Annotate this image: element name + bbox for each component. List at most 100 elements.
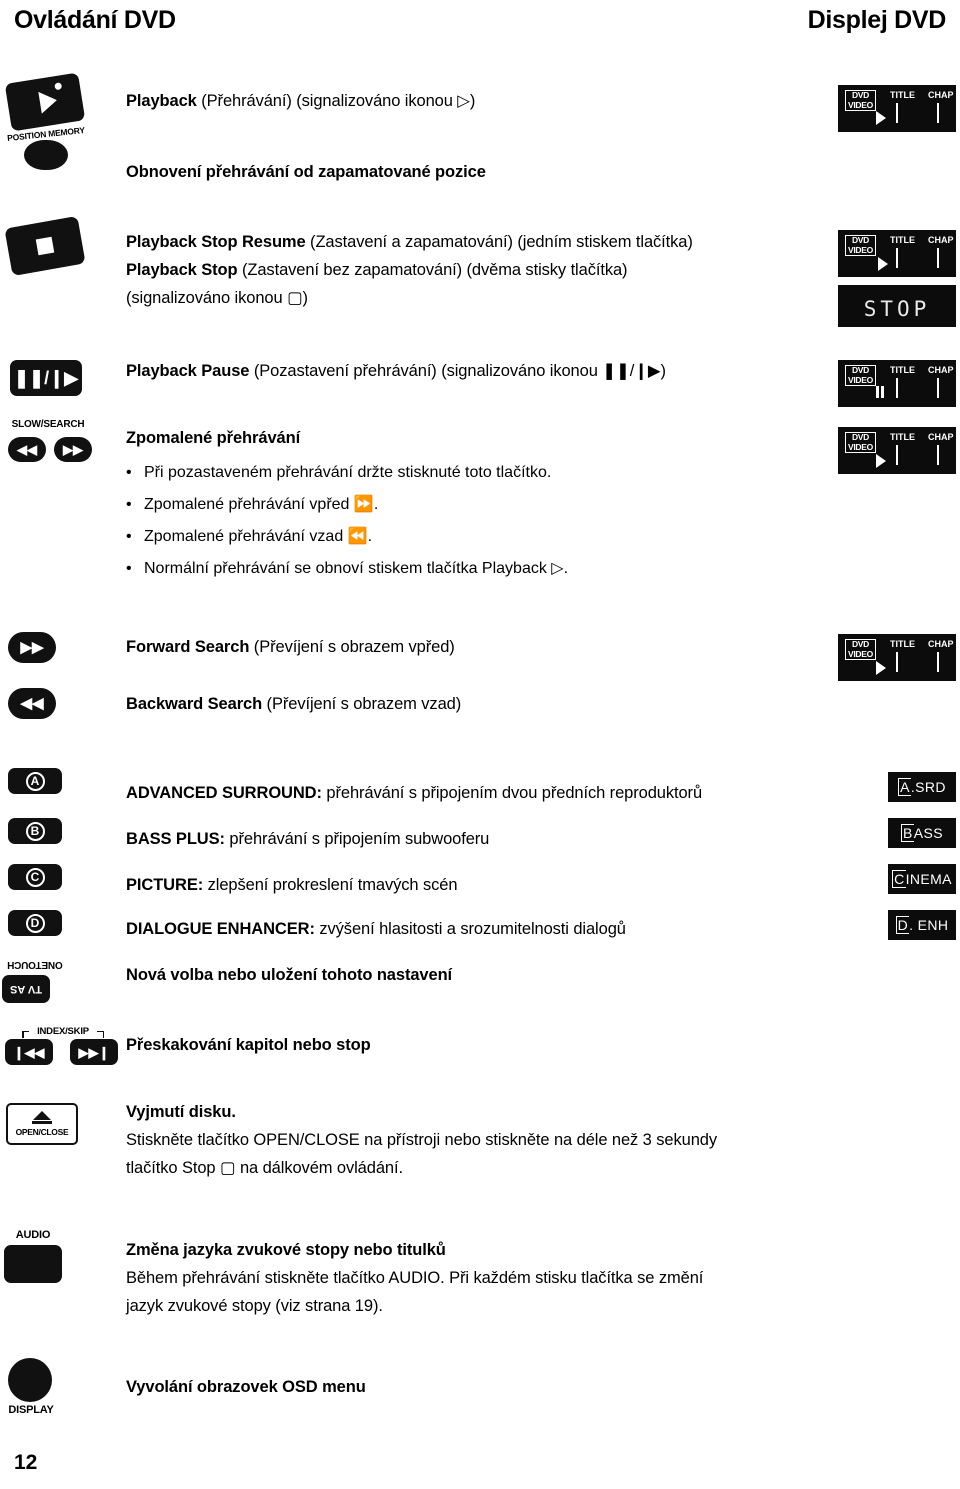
display-mode-a-srd: A .SRD [888,772,956,802]
dialogue-enhancer-rest: zvýšení hlasitosti a srozumitelnosti dia… [314,920,626,938]
chap-segment [937,248,939,268]
skip-previous-button[interactable]: ❙◀◀ [5,1039,53,1065]
play-indicator-icon [876,661,886,675]
fast-forward-icon: ▶▶ [20,639,44,656]
section-resume-bold: Obnovení přehrávání od zapamatované pozi… [126,163,486,181]
title-label: TITLE [890,639,915,649]
title-segment [896,445,898,465]
section-picture: PICTURE: zlepšení prokreslení tmavých sc… [126,871,458,899]
backward-search-bold: Backward Search [126,695,263,713]
chap-label: CHAP [928,235,954,245]
title-segment [896,378,898,398]
title-label: TITLE [890,90,915,100]
eject-body-line-2: tlačítko Stop ▢ na dálkovém ovládání. [126,1159,403,1177]
advanced-surround-rest: přehrávání s připojením dvou předních re… [321,784,703,802]
display-mode-cinema: C INEMA [888,864,956,894]
slow-bullet-4-text: Normální přehrávání se obnoví stiskem tl… [144,560,569,577]
position-memory-button[interactable] [24,140,68,170]
slow-forward-button[interactable]: ▶▶ [54,437,92,462]
button-b[interactable]: B [8,818,62,844]
osd-bold: Vyvolání obrazovek OSD menu [126,1378,366,1396]
section-forward-search: Forward Search (Převíjení s obrazem vpře… [126,633,455,661]
button-a[interactable]: A [8,768,62,794]
slow-bullet-1: • Při pozastaveném přehrávání držte stisk… [126,460,551,486]
section-stop-rest-1: (Zastavení a zapamatování) (jedním stisk… [305,233,693,251]
play-indicator-icon [878,257,888,271]
fast-forward-icon: ▶▶ [63,442,83,457]
picture-rest: zlepšení prokreslení tmavých scén [203,876,458,894]
section-skip: Přeskakování kapitol nebo stop [126,1031,371,1059]
dvd-video-indicator: DVD VIDEO [845,235,876,256]
section-playback-rest: (Přehrávání) (signalizováno ikonou ▷) [196,92,476,110]
audio-label: AUDIO [15,1229,51,1241]
slow-reverse-button[interactable]: ◀◀ [8,437,46,462]
chap-label: CHAP [928,90,954,100]
button-d[interactable]: D [8,910,62,936]
mode-d-lead: D [895,916,910,934]
title-label: TITLE [890,365,915,375]
audio-language-body-line-2: jazyk zvukové stopy (viz strana 19). [126,1297,383,1315]
index-skip-label: INDEX/SKIP [29,1026,97,1037]
stop-square-icon [35,236,55,256]
backward-search-button[interactable]: ◀◀ [8,688,56,719]
page-header: Ovládání DVD Displej DVD [0,6,960,46]
eject-heading: Vyjmutí disku. [126,1098,717,1126]
chap-label: CHAP [928,432,954,442]
section-stop: Playback Stop Resume (Zastavení a zapama… [126,228,693,312]
video-label: VIDEO [848,374,873,385]
section-dialogue-enhancer: DIALOGUE ENHANCER: zvýšení hlasitosti a … [126,915,626,943]
pause-step-icon: ❚❚/❙▶ [13,368,79,388]
section-osd: Vyvolání obrazovek OSD menu [126,1373,366,1401]
audio-button[interactable] [4,1245,62,1283]
letter-d-icon: D [25,913,45,933]
title-label: TITLE [890,432,915,442]
skip-previous-icon: ❙◀◀ [13,1044,45,1060]
button-c[interactable]: C [8,864,62,890]
mode-d-rest: . ENH [909,917,949,933]
display-button[interactable] [8,1358,52,1402]
title-label: TITLE [890,235,915,245]
forward-search-button[interactable]: ▶▶ [8,632,56,663]
section-pause: Playback Pause (Pozastavení přehrávání) … [126,357,666,385]
eject-body-line-1: Stiskněte tlačítko OPEN/CLOSE na přístro… [126,1131,717,1149]
mode-c-lead: C [892,870,906,888]
page-number: 12 [14,1451,38,1474]
header-title-left: Ovládání DVD [14,6,176,34]
display-panel-pause: DVD VIDEO TITLE CHAP [838,360,956,407]
section-resume: Obnovení přehrávání od zapamatované pozi… [126,158,486,186]
skip-next-icon: ▶▶❙ [78,1044,110,1060]
display-panel-stop: STOP [838,285,956,327]
play-indicator-icon [876,111,886,125]
forward-search-bold: Forward Search [126,638,250,656]
chap-label: CHAP [928,639,954,649]
skip-next-button[interactable]: ▶▶❙ [70,1039,118,1065]
slow-bullet-2: • Zpomalené přehrávání vpřed ⏩. [126,492,378,518]
title-segment [896,652,898,672]
tv-as-button[interactable]: TV AS [2,975,50,1003]
section-stop-line-2: Playback Stop (Zastavení bez zapamatován… [126,256,693,284]
section-playback: Playback (Přehrávání) (signalizováno iko… [126,87,475,115]
chap-segment [937,378,939,398]
mode-a-rest: .SRD [910,779,946,795]
mode-a-lead: A [898,778,911,796]
chap-segment [937,445,939,465]
rewind-icon: ◀◀ [20,695,44,712]
slow-bullet-4: • Normální přehrávání se obnoví stiskem t… [126,556,568,582]
manual-page: Ovládání DVD Displej DVD POSITION MEMORY… [0,0,960,1489]
pause-step-button[interactable]: ❚❚/❙▶ [10,360,82,396]
display-label: DISPLAY [8,1404,54,1416]
letter-a-icon: A [25,771,45,791]
section-bass-plus: BASS PLUS: přehrávání s připojením subwo… [126,825,489,853]
section-advanced-surround: ADVANCED SURROUND: přehrávání s připojen… [126,779,702,807]
title-segment [896,103,898,123]
picture-bold: PICTURE: [126,876,204,894]
open-close-button[interactable]: OPEN/CLOSE [6,1103,78,1145]
slow-search-label: SLOW/SEARCH [11,419,85,430]
play-button[interactable] [4,72,86,132]
eject-triangle-icon [33,1111,51,1120]
eject-heading-text: Vyjmutí disku. [126,1103,236,1121]
section-backward-search: Backward Search (Převíjení s obrazem vza… [126,690,461,718]
bullet-dot-icon: • [126,464,132,481]
display-panel-playback: DVD VIDEO TITLE CHAP [838,85,956,132]
stop-button[interactable] [4,215,86,277]
